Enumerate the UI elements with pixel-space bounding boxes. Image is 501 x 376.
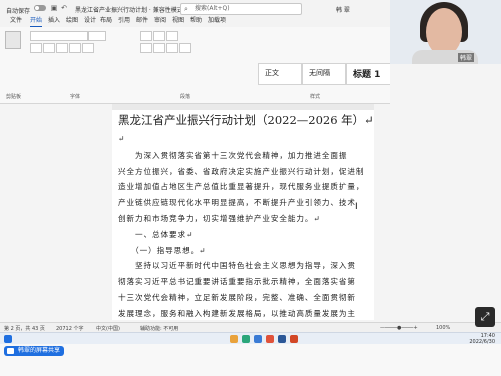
italic-button[interactable] [43, 43, 55, 53]
tab-8[interactable]: 审阅 [154, 16, 166, 26]
expand-icon[interactable]: ⤢ [475, 307, 495, 327]
indent-button[interactable] [166, 31, 178, 41]
group-styles-label: 样式 [310, 94, 321, 100]
screen-icon [7, 348, 14, 354]
font-color-button[interactable] [82, 43, 94, 53]
group-clipboard-label: 剪贴板 [6, 94, 22, 100]
align-right-button[interactable] [166, 43, 178, 53]
right-panel [390, 64, 501, 324]
tab-0[interactable]: 文件 [10, 16, 22, 26]
tab-6[interactable]: 引用 [118, 16, 130, 26]
app-icon[interactable] [266, 335, 274, 343]
document-page[interactable]: 黑龙江省产业振兴行动计划（2022—2026 年）↵ ↵ 为深入贯彻落实省第十三… [112, 110, 374, 320]
edge-icon[interactable] [254, 335, 262, 343]
document-heading: 黑龙江省产业振兴行动计划（2022—2026 年）↵ [118, 113, 374, 127]
group-font-label: 字体 [70, 94, 81, 100]
ribbon: 正文 无间隔 标题 1 剪贴板 字体 段落 样式 [0, 27, 392, 104]
tab-7[interactable]: 邮件 [136, 16, 148, 26]
style-no-spacing-label: 无间隔 [309, 69, 330, 77]
paragraph-line: 坚持以习近平新时代中国特色社会主义思想为指导，深入贯 [118, 261, 356, 271]
align-left-button[interactable] [140, 43, 152, 53]
font-family-select[interactable] [30, 31, 88, 41]
text-cursor-icon: I [355, 202, 358, 212]
style-normal[interactable]: 正文 [258, 63, 302, 85]
search-icon: ⌕ [184, 5, 188, 13]
bold-button[interactable] [30, 43, 42, 53]
paragraph-line: 造业增加值占地区生产总值比重显著提升，现代服务业提质扩量， [118, 182, 365, 192]
paragraph-line: 创新力和市场竞争力，切实增强维护产业安全能力。↵ [118, 214, 321, 223]
screen-share-label: 韩翠的屏幕共享 [18, 347, 61, 354]
tab-1[interactable]: 开始 [30, 16, 43, 27]
share-bar: 韩翠的屏幕共享 [0, 344, 501, 376]
tab-3[interactable]: 绘图 [66, 16, 78, 26]
numbering-button[interactable] [153, 31, 165, 41]
user-name[interactable]: 韩 翠 [336, 5, 350, 14]
zoom-level[interactable]: 100% [436, 325, 450, 331]
autosave-label: 自动保存 [6, 8, 31, 15]
tab-5[interactable]: 布局 [100, 16, 112, 26]
paragraph-line: 一、总体要求↵ [118, 229, 194, 239]
language-status[interactable]: 中文(中国) [96, 325, 120, 332]
powerpoint-icon[interactable] [290, 335, 298, 343]
ribbon-tabs: 文件 开始 插入 绘图 设计 布局 引用 邮件 审阅 视图 帮助 加载项 [0, 16, 390, 27]
windows-start-icon[interactable] [4, 335, 12, 343]
save-icon[interactable]: ▣ [50, 4, 58, 12]
paragraph-line: 发展理念，服务和融入构建新发展格局，以推动高质量发展为主 [118, 308, 356, 318]
person-face [426, 8, 462, 56]
folder-icon[interactable] [230, 335, 238, 343]
tab-9[interactable]: 视图 [172, 16, 184, 26]
page-count[interactable]: 第 2 页，共 43 页 [4, 325, 45, 332]
strikethrough-button[interactable] [69, 43, 81, 53]
paragraph-line: 产业链供应链现代化水平明显提高，不断提升产业引领力、技术 [118, 198, 356, 208]
justify-button[interactable] [179, 43, 191, 53]
paragraph-line: 十三次党代会精神，立足新发展阶段，完整、准确、全面贯彻新 [118, 293, 356, 302]
undo-icon[interactable]: ↶ [60, 4, 68, 12]
tab-10[interactable]: 帮助 [190, 16, 202, 26]
word-count[interactable]: 20712 个字 [56, 325, 84, 332]
bullets-button[interactable] [140, 31, 152, 41]
paragraph-line: 为深入贯彻落实省第十三次党代会精神，加力推进全面振 [118, 150, 348, 160]
paragraph-line: （一）指导思想。↵ [118, 245, 207, 255]
screen-share-button[interactable]: 韩翠的屏幕共享 [4, 346, 65, 356]
search-box[interactable]: ⌕ 搜索(Alt+Q) [180, 3, 302, 15]
font-size-select[interactable] [88, 31, 106, 41]
tab-11[interactable]: 加载项 [208, 16, 226, 26]
align-center-button[interactable] [153, 43, 165, 53]
paragraph-line: 彻落实习近平总书记重要讲话重要指示批示精神，全面落实省第 [118, 277, 356, 287]
paste-button[interactable] [5, 31, 21, 49]
word-icon[interactable] [278, 335, 286, 343]
style-heading-1[interactable]: 标题 1 [346, 63, 392, 85]
browser-icon[interactable] [242, 335, 250, 343]
tab-4[interactable]: 设计 [84, 16, 96, 26]
style-heading-1-label: 标题 1 [353, 70, 381, 80]
webcam-name-tag: 韩翠 [458, 53, 475, 62]
underline-button[interactable] [56, 43, 68, 53]
group-paragraph-label: 段落 [180, 94, 191, 100]
paragraph-line: ↵ [118, 134, 126, 143]
tab-2[interactable]: 插入 [48, 16, 60, 26]
paragraph-line: 兴全方位振兴，省委、省政府决定实施产业振兴行动计划，促进制 [118, 166, 365, 176]
accessibility-status[interactable]: 辅助功能: 不可用 [140, 325, 178, 332]
autosave-toggle[interactable] [34, 5, 46, 11]
webcam-view: 韩翠 [390, 0, 501, 64]
style-normal-label: 正文 [265, 69, 279, 77]
style-no-spacing[interactable]: 无间隔 [302, 63, 346, 85]
zoom-slider[interactable]: —────●────+ [380, 325, 418, 331]
search-input[interactable]: 搜索(Alt+Q) [195, 4, 230, 14]
document-title: 黑龙江省产业振兴行动计划 · 兼容性模式 [75, 7, 183, 14]
